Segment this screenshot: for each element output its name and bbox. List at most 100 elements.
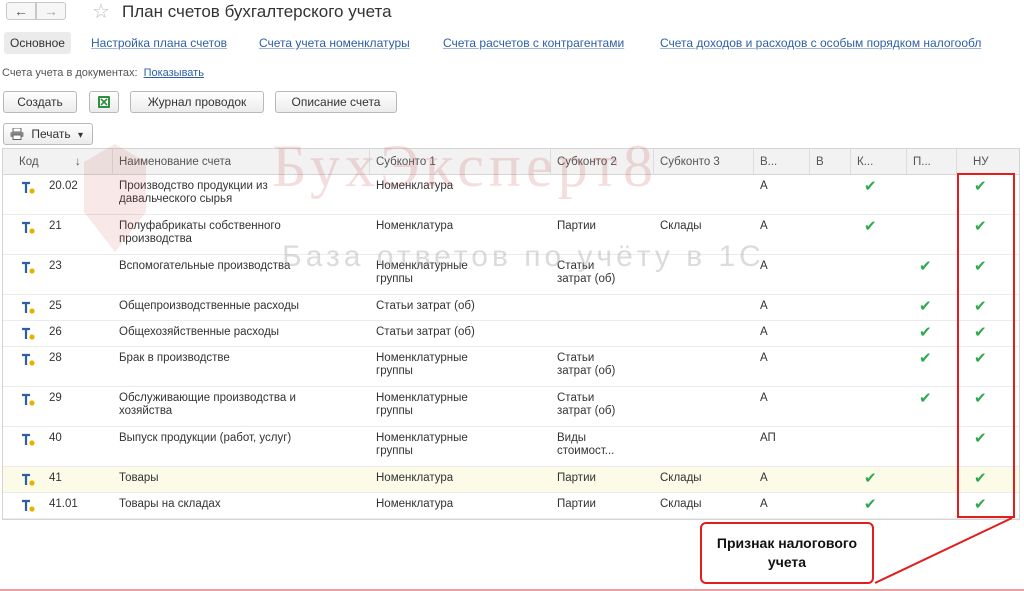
check-icon: ✔ <box>919 390 932 407</box>
column-header-p[interactable]: П... <box>907 149 957 175</box>
sort-down-icon: ↓ <box>75 156 81 168</box>
cell-subconto2: Статьи затрат (об) <box>557 352 616 377</box>
cell-code: 25 <box>49 300 62 312</box>
account-type-icon <box>22 221 35 234</box>
dropdown-caret-icon: ▾ <box>78 130 84 141</box>
check-icon: ✔ <box>919 350 932 367</box>
table-row[interactable]: 40 Выпуск продукции (работ, услуг) Номенкл… <box>3 427 1019 467</box>
page-title: План счетов бухгалтерского учета <box>122 2 392 21</box>
accounts-in-documents-label: Счета учета в документах: <box>2 67 138 79</box>
cell-code: 41.01 <box>49 498 78 510</box>
cell-subconto1: Номенклатура <box>376 498 454 510</box>
annotation-callout: Признак налогового учета <box>700 522 874 584</box>
forward-arrow-icon: → <box>44 3 58 19</box>
cell-account-type: А <box>760 180 768 192</box>
cell-subconto3: Склады <box>660 220 702 232</box>
cell-name: Общехозяйственные расходы <box>119 326 280 338</box>
favorite-star-icon[interactable]: ☆ <box>92 0 110 24</box>
column-header-type[interactable]: В... <box>754 149 810 175</box>
create-button[interactable]: Создать <box>3 91 77 113</box>
cell-account-type: А <box>760 352 768 364</box>
cell-code: 28 <box>49 352 62 364</box>
cell-code: 26 <box>49 326 62 338</box>
accounts-table: Код ↓ Наименование счета Субконто 1 Субко… <box>2 148 1020 520</box>
accounts-in-documents: Счета учета в документах: Показывать <box>2 67 204 79</box>
cell-subconto1: Номенклатурные группы <box>376 392 468 417</box>
tab-main[interactable]: Основное <box>4 32 71 54</box>
cell-subconto2: Партии <box>557 498 596 510</box>
forward-button[interactable]: → <box>36 2 66 20</box>
account-type-icon <box>22 393 35 406</box>
cell-account-type: А <box>760 472 768 484</box>
back-button[interactable]: ← <box>6 2 36 20</box>
tax-column-highlight <box>957 173 1015 518</box>
cell-subconto1: Статьи затрат (об) <box>376 300 475 312</box>
account-type-icon <box>22 433 35 446</box>
column-code-label: Код <box>19 156 39 168</box>
cell-code: 41 <box>49 472 62 484</box>
cell-subconto1: Статьи затрат (об) <box>376 326 475 338</box>
watermark-title: БухЭксперт8 <box>272 133 659 199</box>
cell-subconto1: Номенклатурные группы <box>376 352 468 377</box>
cell-name: Товары <box>119 472 159 484</box>
journal-button[interactable]: Журнал проводок <box>130 91 264 113</box>
column-header-tax[interactable]: НУ <box>957 149 1019 175</box>
annotation-text: Признак налогового учета <box>716 535 858 570</box>
cell-code: 23 <box>49 260 62 272</box>
cell-name: Брак в производстве <box>119 352 230 364</box>
watermark-subtitle: База ответов по учёту в 1С <box>282 240 765 273</box>
check-icon: ✔ <box>864 218 877 235</box>
watermark-logo-icon <box>84 144 146 252</box>
cell-subconto2: Виды стоимост... <box>557 432 615 457</box>
cell-account-type: А <box>760 300 768 312</box>
tab-nomenclature-accounts[interactable]: Счета учета номенклатуры <box>259 32 410 54</box>
cell-name: Вспомогательные производства <box>119 260 291 272</box>
printer-icon <box>10 127 24 140</box>
check-icon: ✔ <box>919 258 932 275</box>
cell-code: 40 <box>49 432 62 444</box>
account-description-button[interactable]: Описание счета <box>275 91 397 113</box>
cell-subconto1: Номенклатура <box>376 472 454 484</box>
check-icon: ✔ <box>919 324 932 341</box>
back-arrow-icon: ← <box>14 3 28 19</box>
show-accounts-link[interactable]: Показывать <box>144 67 204 79</box>
check-icon: ✔ <box>864 496 877 513</box>
account-type-icon <box>22 261 35 274</box>
account-type-icon <box>22 499 35 512</box>
column-header-quantity[interactable]: К... <box>851 149 907 175</box>
column-header-subconto3[interactable]: Субконто 3 <box>654 149 754 175</box>
check-icon: ✔ <box>919 298 932 315</box>
cell-name: Общепроизводственные расходы <box>119 300 300 312</box>
print-label: Печать <box>31 127 71 141</box>
cell-code: 21 <box>49 220 62 232</box>
title-bar: ← → ☆ План счетов бухгалтерского учета <box>0 0 1024 28</box>
table-row[interactable]: 41.01 Товары на складах Номенклатура Партии… <box>3 493 1019 519</box>
cell-name: Обслуживающие производства и хозяйства <box>119 392 296 417</box>
excel-export-button[interactable] <box>89 91 119 113</box>
cell-subconto1: Номенклатурные группы <box>376 432 468 457</box>
cell-account-type: А <box>760 392 768 404</box>
table-row[interactable]: 41 Товары Номенклатура Партии Склады А ✔ ✔ <box>3 467 1019 493</box>
table-row[interactable]: 29 Обслуживающие производства и хозяйства… <box>3 387 1019 427</box>
account-type-icon <box>22 473 35 486</box>
table-row[interactable]: 25 Общепроизводственные расходы Статьи зат… <box>3 295 1019 321</box>
cell-name: Товары на складах <box>119 498 221 510</box>
tab-income-expense-accounts[interactable]: Счета доходов и расходов с особым порядк… <box>660 32 981 54</box>
cell-code: 29 <box>49 392 62 404</box>
table-row[interactable]: 26 Общехозяйственные расходы Статьи затрат… <box>3 321 1019 347</box>
section-tabs: Основное Настройка плана счетов Счета уч… <box>0 32 1024 54</box>
cell-subconto1: Номенклатура <box>376 220 454 232</box>
check-icon: ✔ <box>864 178 877 195</box>
cell-account-type: А <box>760 220 768 232</box>
tab-chart-settings[interactable]: Настройка плана счетов <box>91 32 227 54</box>
tab-counterparty-accounts[interactable]: Счета расчетов с контрагентами <box>443 32 624 54</box>
print-button[interactable]: Печать ▾ <box>3 123 93 145</box>
account-type-icon <box>22 301 35 314</box>
cell-subconto2: Партии <box>557 472 596 484</box>
account-type-icon <box>22 353 35 366</box>
column-header-currency[interactable]: В <box>810 149 851 175</box>
cell-account-type: А <box>760 498 768 510</box>
table-row[interactable]: 28 Брак в производстве Номенклатурные груп… <box>3 347 1019 387</box>
cell-code: 20.02 <box>49 180 78 192</box>
cell-name: Выпуск продукции (работ, услуг) <box>119 432 292 444</box>
